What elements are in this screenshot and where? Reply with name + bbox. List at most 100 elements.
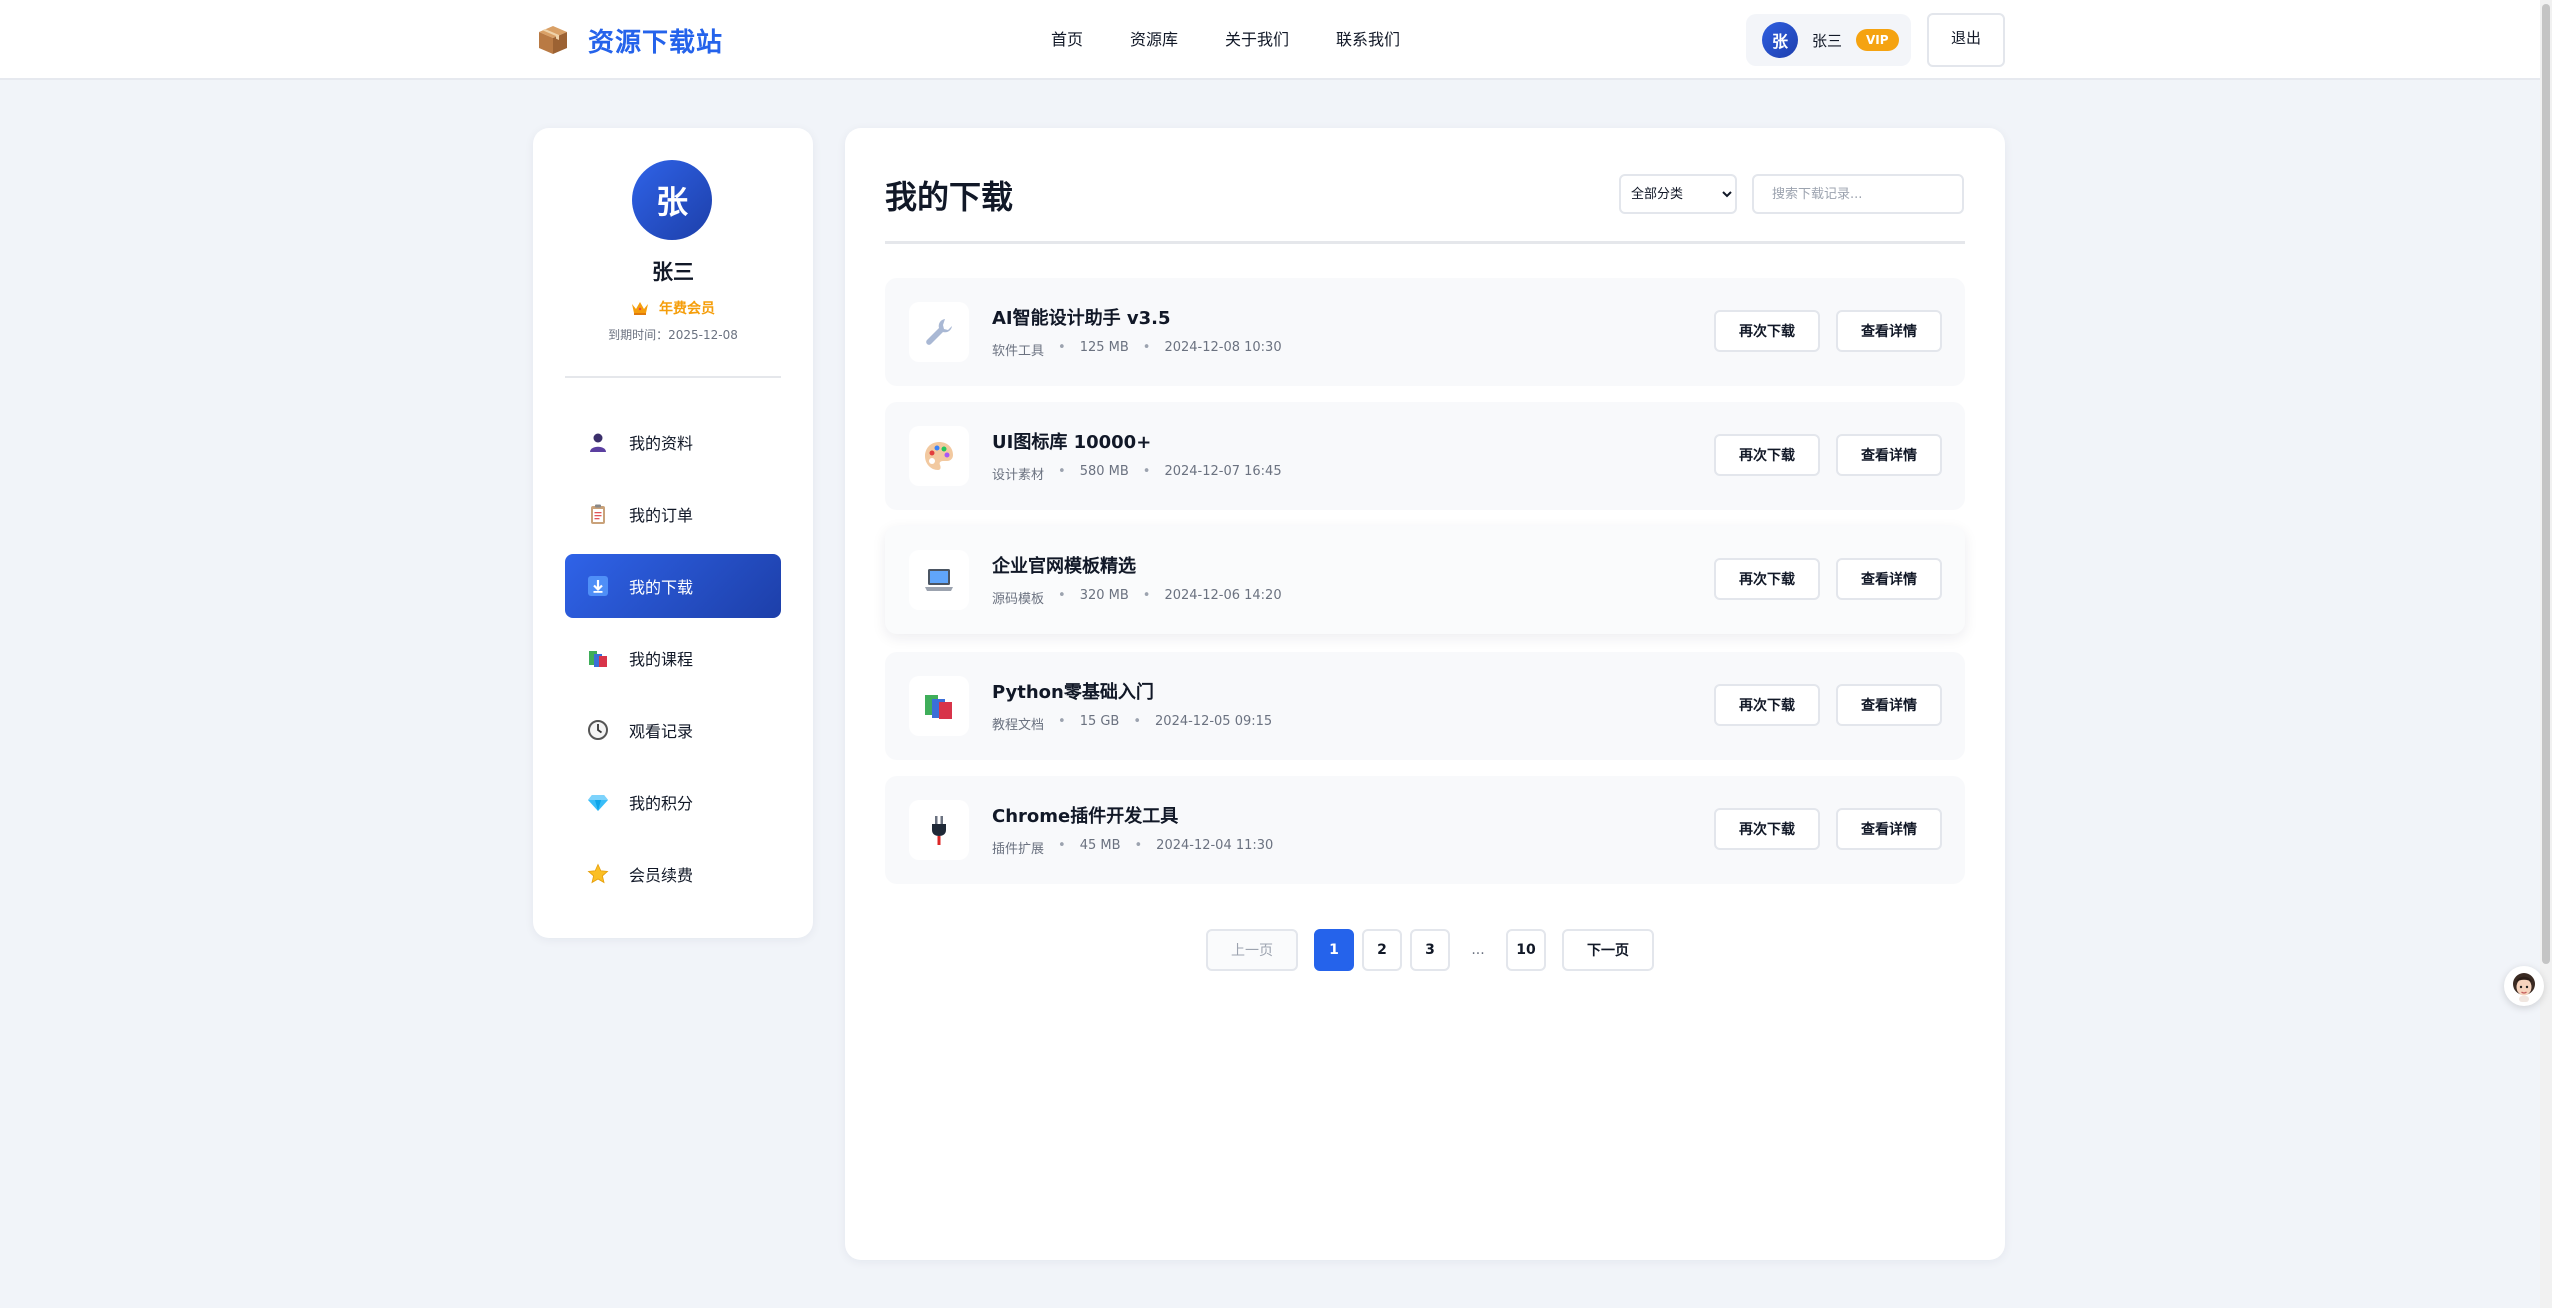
download-meta: 插件扩展 • 45 MB • 2024-12-04 11:30	[992, 838, 1273, 857]
redownload-button[interactable]: 再次下载	[1714, 434, 1820, 476]
vip-badge: VIP	[1856, 29, 1899, 51]
meta-separator: •	[1142, 340, 1151, 355]
page-title: 我的下载	[885, 178, 1014, 216]
meta-separator: •	[1058, 714, 1066, 729]
site-logo[interactable]: 资源下载站	[536, 20, 723, 60]
page-3-button[interactable]: 3	[1410, 929, 1450, 971]
nav-contact[interactable]: 联系我们	[1336, 24, 1400, 56]
download-category: 设计素材	[992, 468, 1045, 483]
view-details-button[interactable]: 查看详情	[1836, 434, 1942, 476]
download-title: AI智能设计助手 v3.5	[992, 308, 1171, 329]
sidebar-item-profile[interactable]: 我的资料	[565, 410, 781, 474]
meta-separator: •	[1058, 838, 1066, 853]
books-icon	[587, 647, 609, 669]
download-size: 580 MB	[1079, 464, 1129, 479]
nav-library[interactable]: 资源库	[1130, 24, 1178, 56]
profile-name: 张三	[652, 260, 694, 284]
nav-home[interactable]: 首页	[1051, 24, 1083, 56]
download-size: 15 GB	[1079, 714, 1120, 729]
membership-label: 年费会员	[659, 301, 715, 317]
download-item: AI智能设计助手 v3.5 软件工具 • 125 MB • 2024-12-08…	[885, 278, 1965, 386]
meta-separator: •	[1058, 340, 1066, 355]
sidebar-item-renewal[interactable]: 会员续费	[565, 842, 781, 906]
sidebar-item-orders[interactable]: 我的订单	[565, 482, 781, 546]
sidebar-item-label: 观看记录	[629, 722, 694, 741]
download-date: 2024-12-07 16:45	[1164, 464, 1282, 479]
top-navigation-bar: 资源下载站 首页 资源库 关于我们 联系我们 张 张三 VIP 退出	[0, 0, 2540, 80]
next-page-button[interactable]: 下一页	[1562, 929, 1654, 971]
download-date: 2024-12-08 10:30	[1164, 340, 1282, 355]
sidebar-item-label: 我的课程	[629, 650, 694, 669]
sidebar-item-label: 我的订单	[629, 506, 694, 525]
view-details-button[interactable]: 查看详情	[1836, 310, 1942, 352]
palette-icon	[909, 426, 969, 486]
nav-about[interactable]: 关于我们	[1225, 24, 1289, 56]
search-downloads-input[interactable]	[1752, 174, 1964, 214]
sidebar-divider	[565, 376, 781, 378]
meta-separator: •	[1134, 838, 1143, 853]
sidebar-item-downloads[interactable]: 我的下载	[565, 554, 781, 618]
profile-sidebar: 张 张三 年费会员 到期时间：2025-12-08 我的资料 我的订单 我的下载…	[533, 128, 813, 938]
diamond-icon	[587, 791, 609, 813]
page-1-button[interactable]: 1	[1314, 929, 1354, 971]
clock-icon	[587, 719, 609, 741]
prev-page-button[interactable]: 上一页	[1206, 929, 1298, 971]
sidebar-item-label: 我的积分	[629, 794, 694, 813]
download-meta: 教程文档 • 15 GB • 2024-12-05 09:15	[992, 714, 1272, 733]
page-last-button[interactable]: 10	[1506, 929, 1546, 971]
meta-separator: •	[1058, 588, 1066, 603]
redownload-button[interactable]: 再次下载	[1714, 808, 1820, 850]
download-title: UI图标库 10000+	[992, 432, 1152, 453]
category-filter-select[interactable]: 全部分类	[1619, 174, 1737, 214]
clipboard-icon	[587, 503, 609, 525]
redownload-button[interactable]: 再次下载	[1714, 684, 1820, 726]
page-scrollbar-thumb[interactable]	[2542, 4, 2550, 964]
view-details-button[interactable]: 查看详情	[1836, 684, 1942, 726]
download-size: 125 MB	[1079, 340, 1129, 355]
profile-avatar: 张	[632, 160, 712, 240]
page-2-button[interactable]: 2	[1362, 929, 1402, 971]
sidebar-item-label: 我的资料	[629, 434, 694, 453]
view-details-button[interactable]: 查看详情	[1836, 808, 1942, 850]
download-meta: 设计素材 • 580 MB • 2024-12-07 16:45	[992, 464, 1282, 483]
site-name: 资源下载站	[588, 27, 724, 58]
user-menu[interactable]: 张 张三 VIP	[1746, 14, 1911, 66]
membership-status: 年费会员	[533, 298, 813, 318]
wrench-icon	[909, 302, 969, 362]
download-meta: 软件工具 • 125 MB • 2024-12-08 10:30	[992, 340, 1282, 359]
main-nav: 首页 资源库 关于我们 联系我们	[1051, 24, 1400, 56]
meta-separator: •	[1142, 588, 1151, 603]
laptop-icon	[909, 550, 969, 610]
download-arrow-icon	[587, 575, 609, 597]
download-size: 45 MB	[1079, 838, 1121, 853]
sidebar-item-courses[interactable]: 我的课程	[565, 626, 781, 690]
user-silhouette-icon	[587, 431, 609, 453]
download-date: 2024-12-04 11:30	[1156, 838, 1274, 853]
page-ellipsis: ...	[1471, 942, 1485, 958]
assistant-avatar-icon	[2513, 973, 2535, 1002]
redownload-button[interactable]: 再次下载	[1714, 310, 1820, 352]
sidebar-item-label: 会员续费	[629, 866, 694, 885]
header-divider	[885, 241, 1965, 244]
sidebar-item-history[interactable]: 观看记录	[565, 698, 781, 762]
meta-separator: •	[1133, 714, 1142, 729]
sidebar-item-points[interactable]: 我的积分	[565, 770, 781, 834]
package-box-icon	[539, 26, 567, 54]
download-category: 源码模板	[992, 592, 1045, 607]
header-username: 张三	[1812, 31, 1843, 50]
crown-icon	[632, 302, 648, 315]
pagination: 上一页 1 2 3 ... 10 下一页	[1206, 929, 1654, 971]
view-details-button[interactable]: 查看详情	[1836, 558, 1942, 600]
sidebar-item-label: 我的下载	[629, 578, 694, 597]
logout-button[interactable]: 退出	[1927, 13, 2005, 67]
download-item: Chrome插件开发工具 插件扩展 • 45 MB • 2024-12-04 1…	[885, 776, 1965, 884]
download-date: 2024-12-06 14:20	[1164, 588, 1282, 603]
download-date: 2024-12-05 09:15	[1155, 714, 1273, 729]
assistant-button[interactable]	[2504, 966, 2544, 1006]
download-meta: 源码模板 • 320 MB • 2024-12-06 14:20	[992, 588, 1282, 607]
sidebar-menu: 我的资料 我的订单 我的下载 我的课程 观看记录 我的积分 会员续费	[565, 410, 781, 914]
plug-icon	[909, 800, 969, 860]
star-icon	[587, 863, 609, 885]
redownload-button[interactable]: 再次下载	[1714, 558, 1820, 600]
meta-separator: •	[1058, 464, 1066, 479]
